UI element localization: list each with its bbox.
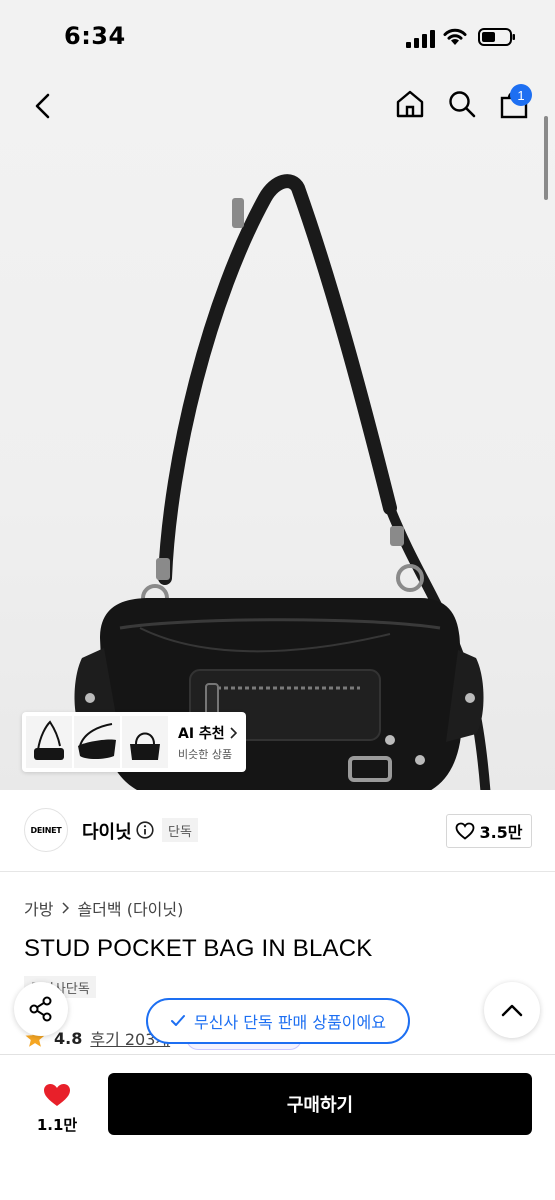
status-bar: 6:34 — [0, 0, 555, 70]
exclusive-toast: 무신사 단독 판매 상품이에요 — [146, 998, 410, 1044]
toast-text: 무신사 단독 판매 상품이에요 — [194, 1013, 386, 1032]
breadcrumb: 가방 숄더백 (다이닛) — [24, 896, 183, 920]
chevron-right-icon — [230, 726, 237, 739]
bottom-purchase-bar: 1.1만 구매하기 — [0, 1054, 555, 1200]
thumbnail-image — [122, 716, 168, 768]
info-icon[interactable] — [136, 821, 154, 839]
chevron-right-icon — [62, 902, 70, 914]
product-image-gallery[interactable]: AI 추천 비슷한 상품 1 / 8 — [0, 70, 555, 790]
chevron-up-icon — [501, 1004, 523, 1017]
thumbnail-image — [74, 716, 120, 768]
ai-recommend-subtitle: 비슷한 상품 — [178, 747, 233, 761]
wishlist-count: 1.1만 — [36, 1115, 78, 1134]
search-button[interactable] — [442, 84, 482, 124]
breadcrumb-category[interactable]: 가방 — [24, 896, 53, 920]
battery-icon — [478, 28, 515, 46]
signal-icon — [406, 30, 435, 48]
product-image — [74, 174, 491, 790]
brand-exclusive-tag: 단독 — [162, 818, 198, 842]
ai-recommend-card[interactable]: AI 추천 비슷한 상품 — [22, 712, 246, 772]
search-icon — [449, 91, 476, 118]
cart-count-badge: 1 — [510, 84, 532, 106]
brand-row: DEINET 다이닛 단독 3.5만 — [0, 790, 555, 872]
breadcrumb-subcategory[interactable]: 숄더백 (다이닛) — [77, 896, 183, 920]
scroll-top-button[interactable] — [484, 982, 540, 1038]
scroll-indicator[interactable] — [544, 116, 548, 200]
ai-recommend-text: AI 추천 비슷한 상품 — [178, 723, 237, 762]
status-time: 6:34 — [64, 22, 126, 50]
back-button[interactable] — [22, 86, 62, 126]
rating-score: 4.8 — [54, 1028, 83, 1048]
ai-recommend-title: AI 추천 — [178, 723, 237, 743]
ai-recommend-title-text: AI 추천 — [178, 725, 225, 742]
share-icon — [29, 996, 52, 1022]
brand-name[interactable]: 다이닛 — [82, 818, 132, 844]
heart-outline-icon — [456, 822, 475, 840]
brand-logo[interactable]: DEINET — [24, 808, 68, 852]
check-icon — [171, 1015, 186, 1026]
heart-filled-icon — [44, 1083, 70, 1106]
brand-like-button[interactable]: 3.5만 — [446, 814, 532, 848]
back-icon — [35, 93, 50, 119]
thumbnail-image — [26, 716, 72, 768]
buy-button[interactable]: 구매하기 — [108, 1073, 532, 1135]
home-button[interactable] — [390, 84, 430, 124]
wifi-icon — [443, 28, 467, 45]
brand-like-count: 3.5만 — [479, 823, 523, 842]
share-button[interactable] — [14, 982, 68, 1036]
home-icon — [396, 90, 424, 118]
product-title: STUD POCKET BAG IN BLACK — [24, 935, 373, 962]
wishlist-button[interactable]: 1.1만 — [24, 1075, 90, 1141]
